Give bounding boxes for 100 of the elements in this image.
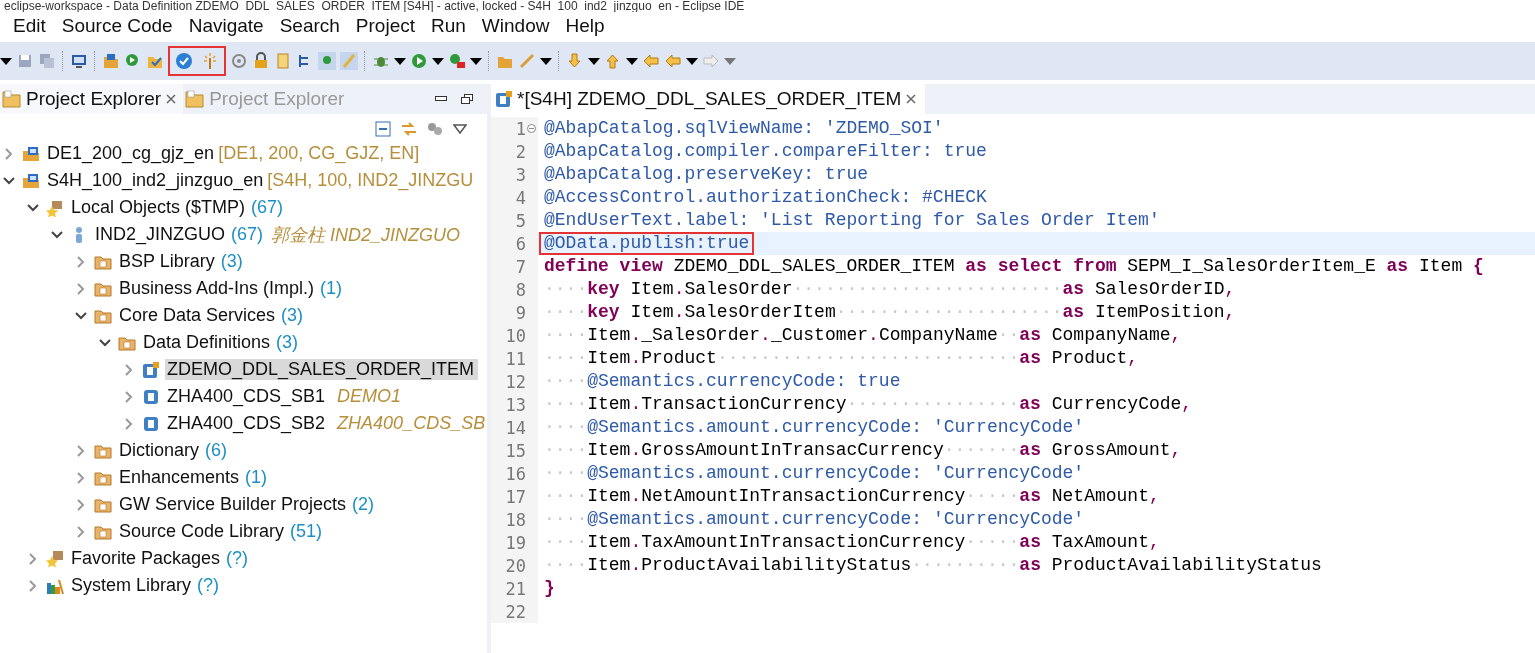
line-number: 18: [505, 509, 526, 530]
tree-item-label[interactable]: Enhancements: [117, 467, 244, 488]
item-count: (67): [231, 224, 264, 245]
collapse-chevron-icon[interactable]: [75, 309, 87, 322]
item-count: (?): [226, 548, 249, 569]
tree-item-label[interactable]: IND2_JINZGUO: [93, 224, 230, 245]
line-number: 3: [515, 164, 526, 185]
tree-item-label[interactable]: Local Objects ($TMP): [69, 197, 250, 218]
expand-chevron-icon[interactable]: [75, 471, 87, 484]
tree-item-label[interactable]: Dictionary: [117, 440, 204, 461]
line-number: 4: [515, 187, 526, 208]
link-arrows-icon[interactable]: [401, 121, 417, 137]
monitor-icon[interactable]: [70, 52, 88, 70]
editor-tab[interactable]: *[S4H] ZDEMO_DDL_SALES_ORDER_ITEM: [491, 84, 926, 114]
line-number: 1: [515, 118, 526, 139]
code-line: ····Item.GrossAmountInTransacCurrency·······as GrossAmount,: [543, 439, 1183, 462]
maximize-icon[interactable]: [461, 93, 473, 105]
tree-item-label[interactable]: Source Code Library: [117, 521, 289, 542]
code-line: @AccessControl.authorizationCheck: #CHECK: [543, 186, 988, 209]
fold-icon[interactable]: [527, 124, 536, 133]
tree-item-label[interactable]: System Library: [69, 575, 196, 596]
dropdown-caret-icon[interactable]: [686, 56, 698, 66]
dropdown-caret-icon[interactable]: [540, 56, 552, 66]
expand-chevron-icon[interactable]: [75, 525, 87, 538]
tree-item-label[interactable]: Core Data Services: [117, 305, 280, 326]
menu-item[interactable]: Source Code: [56, 15, 178, 37]
item-count: (67): [251, 197, 284, 218]
item-description: 郭金柱 IND2_JINZGUO: [271, 223, 462, 247]
expand-chevron-icon[interactable]: [75, 255, 87, 268]
menu-item[interactable]: Run: [426, 15, 471, 37]
line-number: 12: [505, 371, 526, 392]
code-line: ····@Semantics.currencyCode: true: [543, 370, 902, 393]
expand-chevron-icon[interactable]: [123, 417, 135, 430]
tree-item-label[interactable]: ZHA400_CDS_SB1: [165, 386, 330, 407]
computer-folder-icon: [22, 144, 40, 163]
close-icon[interactable]: [905, 93, 918, 105]
tree-item-label[interactable]: DE1_200_cg_gjz_en: [45, 143, 219, 164]
collapse-all-icon[interactable]: [375, 121, 391, 137]
minimize-icon[interactable]: [435, 96, 447, 102]
code-line: }: [543, 577, 556, 600]
expand-chevron-icon[interactable]: [123, 390, 135, 403]
dropdown-caret-icon[interactable]: [470, 56, 482, 66]
code-line: ····@Semantics.amount.currencyCode: 'CurrencyCode': [543, 416, 1086, 439]
menu-item[interactable]: Window: [476, 15, 555, 37]
package-star-icon: [46, 198, 64, 217]
collapse-chevron-icon[interactable]: [99, 336, 111, 349]
tree-item-label[interactable]: S4H_100_ind2_jinzguo_en: [45, 170, 268, 191]
view-tab[interactable]: Project Explorer: [0, 84, 184, 114]
code-line: ····Item.Product····························as Product,: [543, 347, 1140, 370]
expand-chevron-icon[interactable]: [75, 282, 87, 295]
code-line: define view ZDEMO_DDL_SALES_ORDER_ITEM as select from SEPM_I_SalesOrderItem_E as Item {: [543, 255, 1485, 278]
tree-item-label[interactable]: GW Service Builder Projects: [117, 494, 351, 515]
folder-icon: [2, 90, 22, 108]
dropdown-caret-icon[interactable]: [394, 56, 406, 66]
folder-icon: [185, 90, 206, 108]
line-number: 14: [505, 417, 526, 438]
menu-item[interactable]: Help: [560, 15, 610, 37]
lock-icon[interactable]: [252, 52, 270, 70]
save-all-icon[interactable]: [38, 52, 56, 70]
menu-item[interactable]: Project: [350, 15, 420, 37]
line-number: 6: [515, 233, 526, 254]
expand-chevron-icon[interactable]: [27, 579, 39, 592]
view-menu-icon[interactable]: [453, 124, 467, 134]
check-icon[interactable]: [175, 52, 193, 70]
code-line: @AbapCatalog.sqlViewName: 'ZDEMO_SOI': [543, 117, 945, 140]
tree-item-label[interactable]: Data Definitions: [141, 332, 275, 353]
collapse-chevron-icon[interactable]: [51, 228, 63, 241]
dropdown-caret-icon[interactable]: [432, 56, 444, 66]
menu-item[interactable]: Navigate: [183, 15, 269, 37]
run-tool-icon[interactable]: [448, 52, 466, 70]
close-icon[interactable]: [165, 93, 178, 105]
dropdown-caret-icon[interactable]: [0, 56, 12, 66]
expand-chevron-icon[interactable]: [75, 444, 87, 457]
tree-item-label[interactable]: BSP Library: [117, 251, 219, 272]
tree-item-label[interactable]: Favorite Packages: [69, 548, 225, 569]
tree-item-label[interactable]: ZHA400_CDS_SB2: [165, 413, 330, 434]
run-icon[interactable]: [410, 52, 428, 70]
expand-chevron-icon[interactable]: [3, 147, 15, 160]
code-line: @AbapCatalog.compiler.compareFilter: true: [543, 140, 988, 163]
expand-chevron-icon[interactable]: [75, 498, 87, 511]
line-number: 19: [505, 532, 526, 553]
line-number: 15: [505, 440, 526, 461]
collapse-chevron-icon[interactable]: [3, 174, 15, 187]
connection-info: [S4H, 100, IND2_JINZGU: [267, 170, 474, 191]
dropdown-caret-icon[interactable]: [626, 56, 638, 66]
dropdown-caret-icon[interactable]: [588, 56, 600, 66]
item-count: (1): [320, 278, 343, 299]
code-line: @AbapCatalog.preserveKey: true: [543, 163, 870, 186]
expand-chevron-icon[interactable]: [123, 363, 135, 376]
menu-item[interactable]: Search: [274, 15, 345, 37]
menu-item[interactable]: Edit: [8, 15, 51, 37]
line-number: 16: [505, 463, 526, 484]
collapse-chevron-icon[interactable]: [27, 201, 39, 214]
line-number: 17: [505, 486, 526, 507]
wand-icon[interactable]: [201, 52, 219, 70]
tree-item-label[interactable]: ZDEMO_DDL_SALES_ORDER_ITEM: [165, 359, 479, 380]
tree-item-label[interactable]: Business Add-Ins (Impl.): [117, 278, 319, 299]
folder-icon[interactable]: [102, 52, 120, 70]
ddl-document-icon: [142, 360, 160, 379]
expand-chevron-icon[interactable]: [27, 552, 39, 565]
